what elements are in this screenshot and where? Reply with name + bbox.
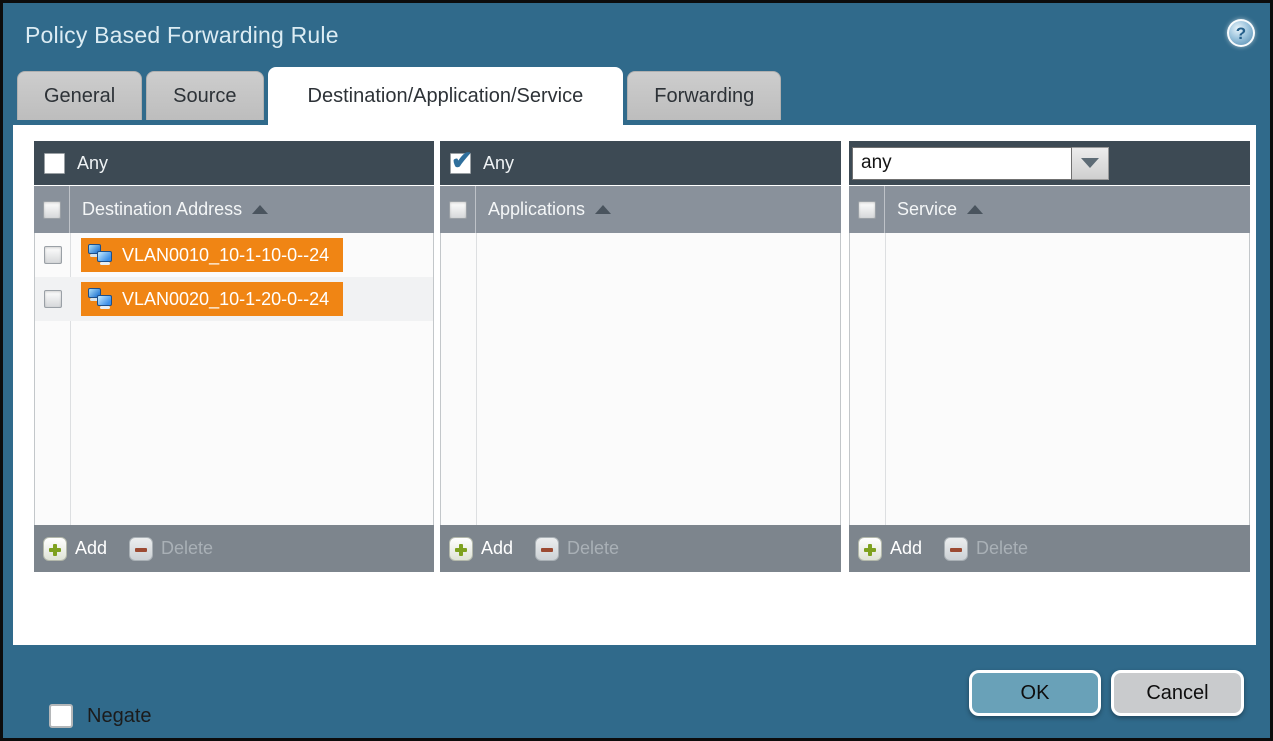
service-header-row: Service <box>849 185 1250 233</box>
chevron-down-icon <box>1081 158 1099 168</box>
table-row: VLAN0020_10-1-20-0--24 <box>35 277 433 321</box>
delete-button-label: Delete <box>976 538 1028 559</box>
service-header-label: Service <box>897 199 957 220</box>
network-address-icon <box>87 288 114 310</box>
add-button-label: Add <box>890 538 922 559</box>
applications-column: ✔ Any Applications Add <box>440 141 841 572</box>
service-dropdown-button[interactable] <box>1072 147 1109 180</box>
tab-bar: General Source Destination/Application/S… <box>17 67 785 125</box>
sort-ascending-icon <box>595 205 611 214</box>
help-question-glyph: ? <box>1236 25 1246 42</box>
service-dropdown-value[interactable]: any <box>852 147 1072 180</box>
address-entry-label: VLAN0010_10-1-10-0--24 <box>122 245 329 266</box>
applications-select-all-checkbox[interactable] <box>449 201 467 219</box>
row-checkbox-cell <box>35 233 71 277</box>
tab-general[interactable]: General <box>17 71 142 120</box>
negate-checkbox[interactable] <box>49 704 73 728</box>
dialog-title: Policy Based Forwarding Rule <box>25 22 339 49</box>
service-footer-bar: Add Delete <box>849 525 1250 572</box>
add-plus-icon <box>858 537 882 561</box>
address-entry-vlan0010[interactable]: VLAN0010_10-1-10-0--24 <box>81 238 343 272</box>
add-plus-icon <box>449 537 473 561</box>
network-address-icon <box>87 244 114 266</box>
policy-based-forwarding-dialog: Policy Based Forwarding Rule ? General S… <box>0 0 1273 741</box>
help-icon[interactable]: ? <box>1227 19 1255 47</box>
service-list <box>849 233 1250 525</box>
column-divider <box>885 233 886 525</box>
applications-any-bar: ✔ Any <box>440 141 841 185</box>
service-column-header[interactable]: Service <box>897 199 983 220</box>
add-button-label: Add <box>481 538 513 559</box>
delete-minus-icon <box>129 537 153 561</box>
service-add-button[interactable]: Add <box>858 537 922 561</box>
destination-address-column: Any Destination Address <box>34 141 434 572</box>
applications-header-row: Applications <box>440 185 841 233</box>
destination-add-button[interactable]: Add <box>43 537 107 561</box>
add-plus-icon <box>43 537 67 561</box>
delete-minus-icon <box>535 537 559 561</box>
destination-header-checkbox-cell <box>34 186 70 233</box>
applications-add-button[interactable]: Add <box>449 537 513 561</box>
destination-select-all-checkbox[interactable] <box>43 201 61 219</box>
row-checkbox-vlan0010[interactable] <box>44 246 62 264</box>
sort-ascending-icon <box>252 205 268 214</box>
destination-any-checkbox[interactable] <box>44 153 65 174</box>
tab-content-panel: Any Destination Address <box>13 125 1256 645</box>
destination-any-bar: Any <box>34 141 434 185</box>
service-any-bar: any <box>849 141 1250 185</box>
service-header-checkbox-cell <box>849 186 885 233</box>
service-select-all-checkbox[interactable] <box>858 201 876 219</box>
row-checkbox-cell <box>35 277 71 321</box>
delete-minus-icon <box>944 537 968 561</box>
column-divider <box>476 233 477 525</box>
address-entry-vlan0020[interactable]: VLAN0020_10-1-20-0--24 <box>81 282 343 316</box>
applications-any-label: Any <box>483 153 514 174</box>
negate-option: Negate <box>49 704 152 728</box>
applications-list <box>440 233 841 525</box>
destination-footer-bar: Add Delete <box>34 525 434 572</box>
delete-button-label: Delete <box>567 538 619 559</box>
row-checkbox-vlan0020[interactable] <box>44 290 62 308</box>
destination-address-list: VLAN0010_10-1-10-0--24 VLAN0020_10-1-20-… <box>34 233 434 525</box>
service-delete-button[interactable]: Delete <box>944 537 1028 561</box>
destination-address-header-row: Destination Address <box>34 185 434 233</box>
destination-address-header-label: Destination Address <box>82 199 242 220</box>
cancel-button[interactable]: Cancel <box>1111 670 1244 716</box>
destination-address-column-header[interactable]: Destination Address <box>82 199 268 220</box>
applications-header-label: Applications <box>488 199 585 220</box>
negate-label: Negate <box>87 705 152 728</box>
ok-button[interactable]: OK <box>969 670 1101 716</box>
add-button-label: Add <box>75 538 107 559</box>
tab-forwarding[interactable]: Forwarding <box>627 71 781 120</box>
applications-column-header[interactable]: Applications <box>488 199 611 220</box>
applications-header-checkbox-cell <box>440 186 476 233</box>
tab-source[interactable]: Source <box>146 71 263 120</box>
applications-any-checkbox[interactable]: ✔ <box>450 153 471 174</box>
destination-any-label: Any <box>77 153 108 174</box>
service-column: any Service <box>849 141 1250 572</box>
destination-delete-button[interactable]: Delete <box>129 537 213 561</box>
sort-ascending-icon <box>967 205 983 214</box>
service-dropdown: any <box>852 147 1109 180</box>
checkmark-icon: ✔ <box>451 145 473 176</box>
table-row: VLAN0010_10-1-10-0--24 <box>35 233 433 277</box>
address-entry-label: VLAN0020_10-1-20-0--24 <box>122 289 329 310</box>
delete-button-label: Delete <box>161 538 213 559</box>
tab-destination-application-service[interactable]: Destination/Application/Service <box>268 67 624 125</box>
applications-delete-button[interactable]: Delete <box>535 537 619 561</box>
applications-footer-bar: Add Delete <box>440 525 841 572</box>
